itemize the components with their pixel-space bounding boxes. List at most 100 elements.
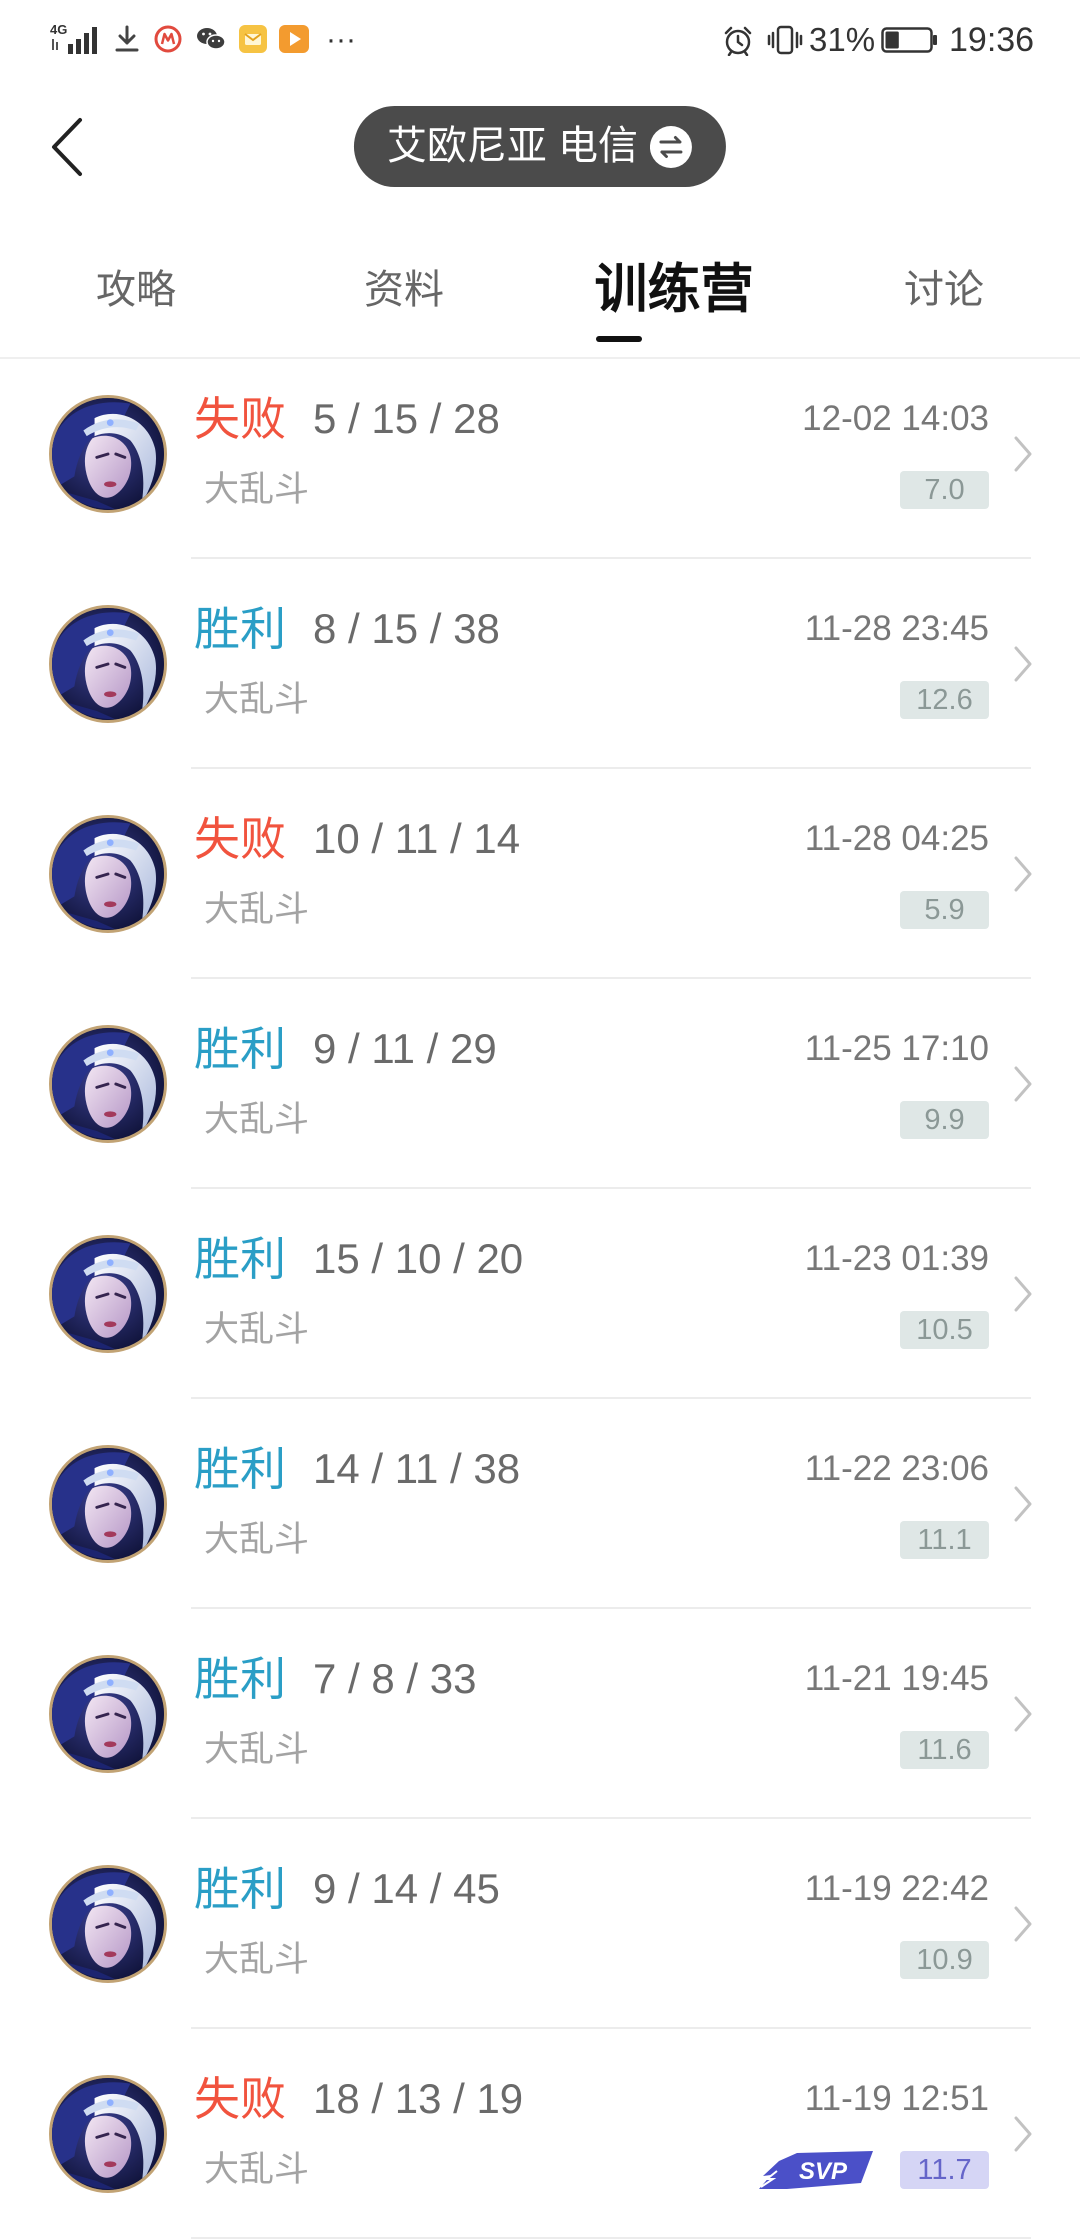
- match-time: 11-25 17:10: [804, 1029, 989, 1068]
- champion-portrait-icon: [52, 1868, 164, 1980]
- kda-score: 7 / 8 / 33: [313, 1655, 477, 1702]
- tab-info[interactable]: 资料: [304, 258, 504, 322]
- champion-portrait-icon: [52, 2078, 164, 2190]
- performance-score: 5.9: [900, 891, 989, 929]
- match-time: 11-19 22:42: [804, 1869, 989, 1908]
- performance-score: 10.5: [900, 1311, 989, 1349]
- chevron-right-icon: [1014, 856, 1032, 892]
- chevron-right-icon: [1014, 2116, 1032, 2152]
- wechat-icon: [197, 28, 226, 50]
- match-result: 胜利: [194, 1023, 286, 1075]
- performance-score: 7.0: [900, 471, 989, 509]
- game-mode: 大乱斗: [204, 1520, 310, 1559]
- signal-icon: 4G: [50, 22, 97, 54]
- match-result: 失败: [194, 813, 286, 865]
- match-time: 11-28 23:45: [804, 609, 989, 648]
- match-row[interactable]: 胜利 7 / 8 / 33 大乱斗 11-21 19:45 11.6: [0, 1609, 1080, 1819]
- champion-portrait-icon: [52, 1028, 164, 1140]
- game-mode: 大乱斗: [204, 680, 310, 719]
- svp-label: SVP: [799, 2158, 848, 2185]
- champion-portrait-icon: [52, 1448, 164, 1560]
- game-mode: 大乱斗: [204, 1730, 310, 1769]
- match-row[interactable]: 胜利 9 / 11 / 29 大乱斗 11-25 17:10 9.9: [0, 979, 1080, 1189]
- swap-icon: [650, 125, 693, 168]
- kda-score: 8 / 15 / 38: [313, 605, 500, 652]
- tab-bar: 攻略 资料 训练营 讨论: [0, 240, 1080, 359]
- match-summary: 胜利 9 / 11 / 29: [194, 1022, 497, 1076]
- champion-avatar: [49, 1445, 167, 1563]
- performance-score: 9.9: [900, 1101, 989, 1139]
- match-result: 失败: [194, 393, 286, 445]
- match-time: 11-23 01:39: [804, 1239, 989, 1278]
- kda-score: 5 / 15 / 28: [313, 395, 500, 442]
- game-mode: 大乱斗: [204, 1100, 310, 1139]
- champion-portrait-icon: [52, 608, 164, 720]
- performance-score: 11.6: [900, 1731, 989, 1769]
- download-icon: [115, 25, 139, 52]
- match-summary: 胜利 15 / 10 / 20: [194, 1232, 523, 1286]
- match-time: 12-02 14:03: [802, 399, 989, 438]
- kda-score: 9 / 11 / 29: [313, 1025, 497, 1072]
- game-mode: 大乱斗: [204, 2150, 310, 2189]
- clock: 19:36: [949, 21, 1035, 59]
- more-notifications-indicator: ···: [326, 23, 356, 56]
- performance-score: 11.7: [900, 2151, 989, 2189]
- match-row[interactable]: 失败 18 / 13 / 19 大乱斗 11-19 12:51 SVP 11.7: [0, 2029, 1080, 2239]
- match-row[interactable]: 失败 5 / 15 / 28 大乱斗 12-02 14:03 7.0: [0, 349, 1080, 559]
- match-row[interactable]: 胜利 9 / 14 / 45 大乱斗 11-19 22:42 10.9: [0, 1819, 1080, 2029]
- match-history-list: 失败 5 / 15 / 28 大乱斗 12-02 14:03 7.0 胜利 8 …: [0, 349, 1080, 2239]
- game-mode: 大乱斗: [204, 1310, 310, 1349]
- tab-training-camp[interactable]: 训练营: [574, 258, 774, 322]
- chevron-right-icon: [1014, 1066, 1032, 1102]
- match-row[interactable]: 胜利 15 / 10 / 20 大乱斗 11-23 01:39 10.5: [0, 1189, 1080, 1399]
- kda-score: 18 / 13 / 19: [313, 2075, 524, 2122]
- match-row[interactable]: 胜利 8 / 15 / 38 大乱斗 11-28 23:45 12.6: [0, 559, 1080, 769]
- match-summary: 胜利 7 / 8 / 33: [194, 1652, 476, 1706]
- match-summary: 失败 10 / 11 / 14: [194, 812, 520, 866]
- kda-score: 9 / 14 / 45: [313, 1865, 500, 1912]
- kda-score: 14 / 11 / 38: [313, 1445, 521, 1492]
- champion-avatar: [49, 815, 167, 933]
- network-type-label: 4G: [50, 22, 67, 37]
- champion-avatar: [49, 395, 167, 513]
- match-row[interactable]: 失败 10 / 11 / 14 大乱斗 11-28 04:25 5.9: [0, 769, 1080, 979]
- tab-divider: [0, 357, 1080, 359]
- match-summary: 胜利 9 / 14 / 45: [194, 1862, 500, 1916]
- match-time: 11-19 12:51: [804, 2079, 989, 2118]
- match-result: 胜利: [194, 1863, 286, 1915]
- match-row[interactable]: 胜利 14 / 11 / 38 大乱斗 11-22 23:06 11.1: [0, 1399, 1080, 1609]
- champion-portrait-icon: [52, 818, 164, 930]
- server-name: 艾欧尼亚 电信: [386, 124, 639, 168]
- performance-score: 11.1: [900, 1521, 989, 1559]
- chevron-right-icon: [1014, 1276, 1032, 1312]
- tab-guide[interactable]: 攻略: [36, 258, 236, 322]
- message-app-icon: [239, 25, 267, 53]
- champion-avatar: [49, 1655, 167, 1773]
- match-summary: 失败 5 / 15 / 28: [194, 392, 500, 446]
- chevron-right-icon: [1014, 1906, 1032, 1942]
- row-divider: [191, 2237, 1031, 2239]
- champion-avatar: [49, 1025, 167, 1143]
- chevron-right-icon: [1014, 1486, 1032, 1522]
- match-summary: 胜利 14 / 11 / 38: [194, 1442, 520, 1496]
- champion-avatar: [49, 605, 167, 723]
- kda-score: 15 / 10 / 20: [313, 1235, 524, 1282]
- match-time: 11-28 04:25: [804, 819, 989, 858]
- tab-discussion[interactable]: 讨论: [844, 258, 1044, 322]
- match-result: 胜利: [194, 1443, 286, 1495]
- champion-portrait-icon: [52, 1658, 164, 1770]
- server-switch-button[interactable]: 艾欧尼亚 电信: [353, 106, 727, 187]
- champion-avatar: [49, 1865, 167, 1983]
- match-result: 胜利: [194, 1233, 286, 1285]
- chevron-right-icon: [1014, 646, 1032, 682]
- app-notification-icon: [154, 25, 182, 53]
- champion-avatar: [49, 2075, 167, 2193]
- svp-badge-icon: SVP: [759, 2151, 873, 2189]
- vibrate-icon: [767, 25, 803, 55]
- alarm-icon: [724, 26, 752, 56]
- performance-score: 10.9: [900, 1941, 989, 1979]
- chevron-left-icon[interactable]: [50, 117, 84, 177]
- champion-portrait-icon: [52, 398, 164, 510]
- match-result: 胜利: [194, 603, 286, 655]
- match-result: 失败: [194, 2073, 286, 2125]
